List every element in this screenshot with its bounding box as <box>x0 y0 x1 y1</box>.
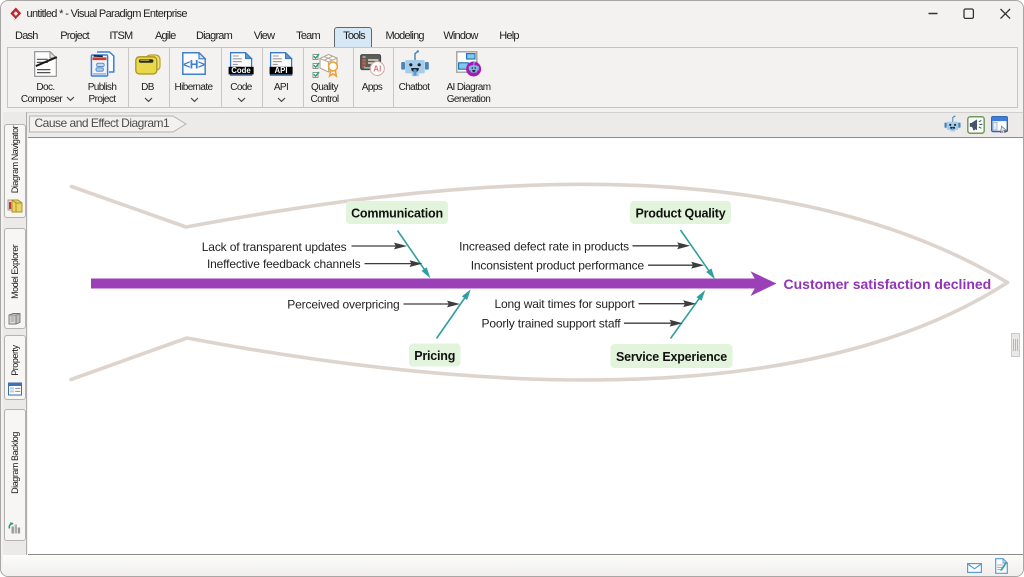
svg-text:Property: Property <box>10 344 20 375</box>
svg-text:Communication: Communication <box>351 207 443 221</box>
svg-text:Increased defect rate in produ: Increased defect rate in products <box>459 239 629 253</box>
svg-text:Lack of transparent updates: Lack of transparent updates <box>202 240 347 254</box>
svg-text:AI: AI <box>373 64 381 73</box>
svg-text:Product Quality: Product Quality <box>635 207 725 221</box>
svg-text:Ineffective feedback channels: Ineffective feedback channels <box>207 257 361 271</box>
svg-text:Code: Code <box>231 66 251 75</box>
svg-text:Customer satisfaction declined: Customer satisfaction declined <box>784 276 992 292</box>
svg-text:Poorly trained support staff: Poorly trained support staff <box>482 317 622 331</box>
svg-text:Diagram Backlog: Diagram Backlog <box>10 432 20 494</box>
svg-text:Model Explorer: Model Explorer <box>10 244 20 299</box>
svg-text:Inconsistent product performan: Inconsistent product performance <box>471 259 645 273</box>
svg-text:Service Experience: Service Experience <box>616 350 727 364</box>
svg-text:<H>: <H> <box>183 57 205 71</box>
svg-text:Perceived overpricing: Perceived overpricing <box>287 298 399 312</box>
svg-text:Diagram Navigator: Diagram Navigator <box>10 125 20 193</box>
svg-text:Long wait times for support: Long wait times for support <box>494 297 635 311</box>
svg-text:Pricing: Pricing <box>414 349 455 363</box>
svg-text:API: API <box>275 66 288 75</box>
